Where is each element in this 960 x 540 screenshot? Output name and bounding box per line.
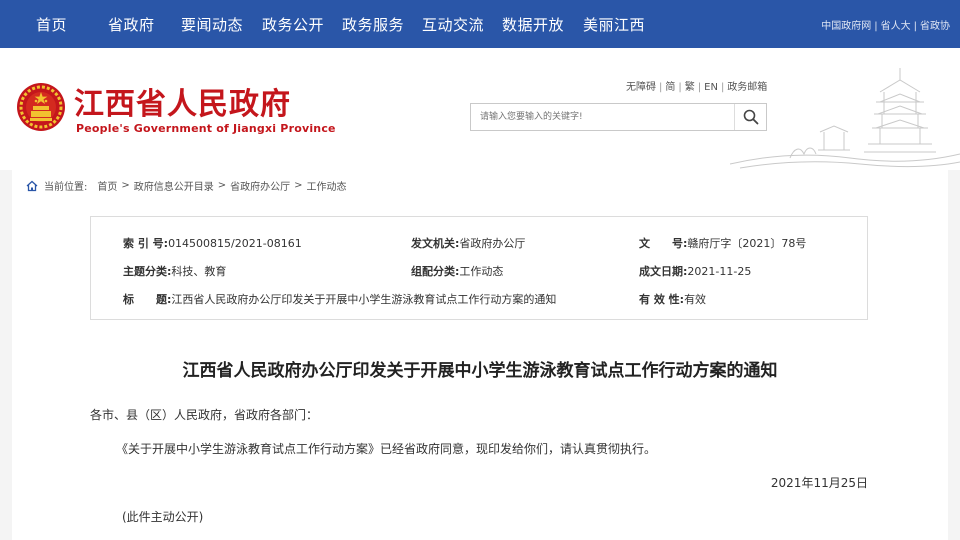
meta-doc-no: 文 号:赣府厅字〔2021〕78号 [639,235,806,251]
meta-doc-no-value: 赣府厅字〔2021〕78号 [687,237,807,250]
meta-index-no-value: 014500815/2021-08161 [168,237,302,250]
article-sign-date: 2021年11月25日 [770,476,868,490]
breadcrumb-separator: > [217,180,227,191]
meta-category: 组配分类:工作动态 [411,263,503,279]
nav-item-news[interactable]: 要闻动态 [181,14,243,35]
document-metadata-table: 索 引 号:014500815/2021-08161 发文机关:省政府办公厅 文… [90,216,868,320]
nav-item-interaction[interactable]: 互动交流 [422,14,484,35]
breadcrumb-label: 当前位置: [44,182,88,193]
meta-category-value: 工作动态 [459,265,504,278]
external-links: 中国政府网 | 省人大 | 省政协 [821,17,950,32]
article-title: 江西省人民政府办公厅印发关于开展中小学生游泳教育试点工作行动方案的通知 [182,361,778,381]
site-header: 江西省人民政府 People's Government of Jiangxi P… [0,48,960,170]
content-panel: 当前位置: 首页 > 政府信息公开目录 > 省政府办公厅 > 工作动态 索 引 … [12,170,948,540]
link-provincial-cppcc[interactable]: 省政协 [920,21,950,32]
link-traditional[interactable]: 繁 [685,82,695,93]
breadcrumb-separator: > [294,180,303,191]
breadcrumb-item-work-news[interactable]: 工作动态 [307,178,347,193]
breadcrumb-item-info-disclosure[interactable]: 政府信息公开目录 [134,178,214,193]
link-english[interactable]: EN [704,82,718,93]
nav-item-open-data[interactable]: 数据开放 [502,14,564,35]
meta-date-value: 2021-11-25 [687,265,752,278]
link-simplified[interactable]: 简 [665,82,675,93]
nav-item-gov-services[interactable]: 政务服务 [342,14,404,35]
meta-index-no-label: 索 引 号: [123,237,169,250]
meta-validity-value: 有效 [684,293,707,306]
breadcrumb: 当前位置: 首页 > 政府信息公开目录 > 省政府办公厅 > 工作动态 [26,178,347,193]
article-body-paragraph: 《关于开展中小学生游泳教育试点工作行动方案》已经省政府同意，现印发给你们，请认真… [116,442,657,456]
meta-category-label: 组配分类: [411,265,460,278]
article-salutation: 各市、县（区）人民政府，省政府各部门： [90,408,319,422]
meta-topic-value: 科技、教育 [171,265,227,278]
national-emblem-logo[interactable] [16,82,66,132]
divider: | [678,82,682,93]
meta-topic: 主题分类:科技、教育 [123,263,226,279]
link-china-gov[interactable]: 中国政府网 [821,21,871,32]
article-public-note: (此件主动公开) [122,510,204,524]
link-accessibility[interactable]: 无障碍 [626,82,656,93]
nav-item-gov-affairs-open[interactable]: 政务公开 [262,14,324,35]
breadcrumb-item-general-office[interactable]: 省政府办公厅 [230,178,290,193]
top-nav-bar: 首页 省政府 要闻动态 政务公开 政务服务 互动交流 数据开放 美丽江西 中国政… [0,0,960,48]
meta-validity: 有 效 性:有效 [639,291,706,307]
meta-issuer: 发文机关:省政府办公厅 [411,235,525,251]
meta-subject-value: 江西省人民政府办公厅印发关于开展中小学生游泳教育试点工作行动方案的通知 [171,293,557,306]
meta-topic-label: 主题分类: [123,265,172,278]
breadcrumb-separator: > [121,180,130,191]
meta-issuer-label: 发文机关: [411,237,460,250]
divider: | [913,21,917,32]
divider: | [720,82,725,93]
divider: | [874,21,878,32]
meta-subject: 标 题:江西省人民政府办公厅印发关于开展中小学生游泳教育试点工作行动方案的通知 [123,291,556,307]
nav-item-beautiful-jiangxi[interactable]: 美丽江西 [583,14,645,35]
nav-item-home[interactable]: 首页 [36,14,67,35]
site-subtitle-en: People's Government of Jiangxi Province [76,122,336,135]
meta-subject-label: 标 题: [123,293,172,306]
meta-validity-label: 有 效 性: [639,293,685,306]
site-title[interactable]: 江西省人民政府 [74,79,291,123]
search-box [470,103,767,131]
divider: | [659,82,663,93]
meta-date: 成文日期:2021-11-25 [639,263,751,279]
meta-issuer-value: 省政府办公厅 [459,237,526,250]
meta-index-no: 索 引 号:014500815/2021-08161 [123,235,302,251]
breadcrumb-item-home[interactable]: 首页 [97,178,117,193]
nav-item-province-gov[interactable]: 省政府 [108,14,155,35]
meta-doc-no-label: 文 号: [639,237,688,250]
search-input[interactable] [471,104,733,130]
meta-date-label: 成文日期: [639,265,688,278]
divider: | [697,82,702,93]
home-location-icon [26,180,38,191]
link-provincial-congress[interactable]: 省人大 [881,21,911,32]
pagoda-decoration [730,68,960,169]
